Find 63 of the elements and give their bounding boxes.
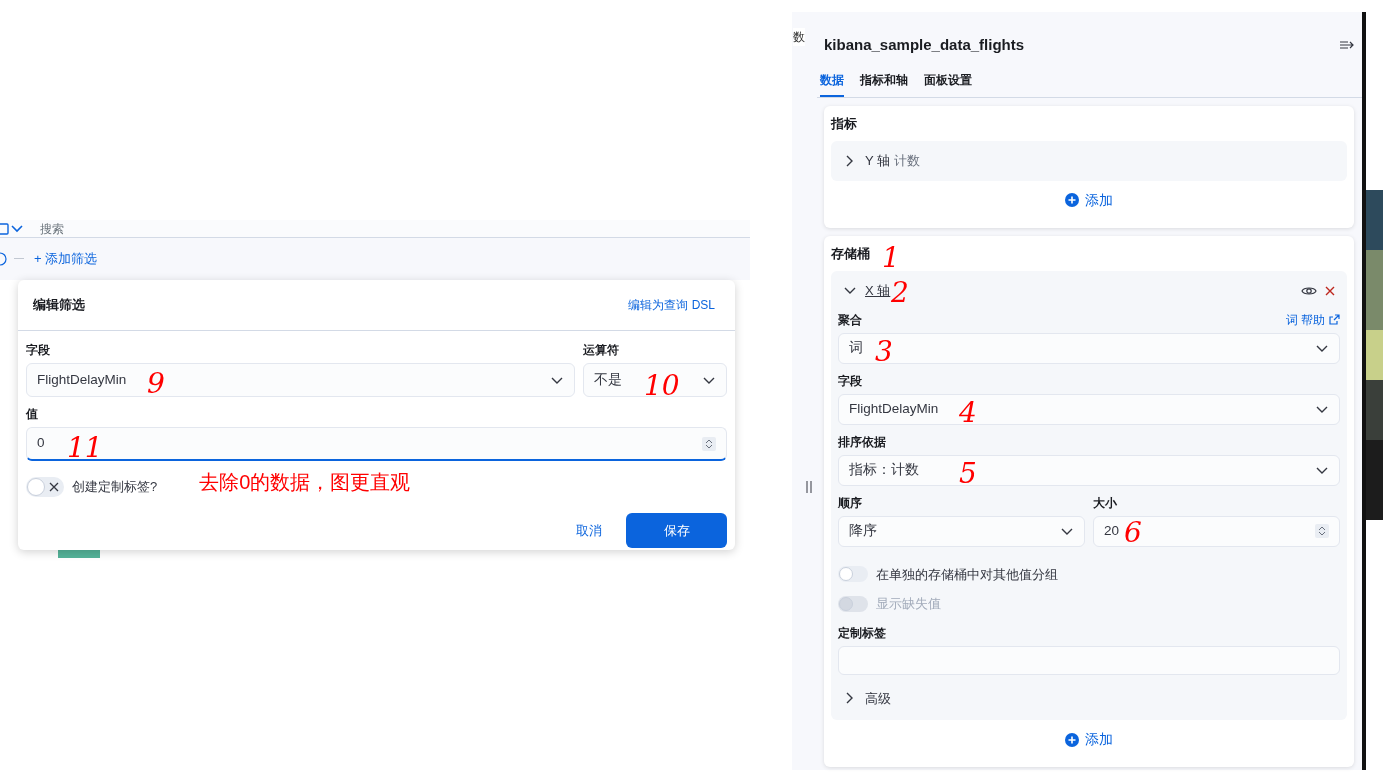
toggle-switch[interactable] xyxy=(26,477,64,497)
field-label: 定制标签 xyxy=(838,624,887,642)
close-icon xyxy=(49,482,59,492)
chevron-down-icon[interactable] xyxy=(10,222,24,235)
tab[interactable]: 指标和轴 xyxy=(860,70,908,97)
handwritten-annotation: 9 xyxy=(147,370,165,398)
annotation-note: 去除0的数据，图更直观 xyxy=(199,470,411,495)
handwritten-annotation: 10 xyxy=(644,372,680,400)
external-link-icon xyxy=(1329,314,1340,325)
value-label: 值 xyxy=(26,406,39,423)
edit-dsl-link[interactable]: 编辑为查询 DSL xyxy=(628,296,715,314)
handwritten-annotation: 2 xyxy=(891,279,909,307)
plus-circle-icon xyxy=(1065,193,1079,207)
handwritten-annotation: 1 xyxy=(882,243,900,272)
cancel-button[interactable]: 取消 xyxy=(576,520,602,541)
accordion-title[interactable]: 高级 xyxy=(865,688,891,708)
switch-label: 在单独的存储桶中对其他值分组 xyxy=(876,565,1058,584)
switch-label: 显示缺失值 xyxy=(876,595,941,613)
stepper-icon[interactable] xyxy=(702,436,716,451)
handwritten-annotation: 6 xyxy=(1124,518,1142,547)
aggregation-select[interactable]: 词 3 xyxy=(838,332,1340,364)
tab[interactable]: 数据 xyxy=(820,70,844,97)
dialog-title: 编辑筛选 xyxy=(33,296,85,315)
field-label: 字段 xyxy=(838,372,862,390)
field-select[interactable]: FlightDelayMin 9 xyxy=(26,363,575,397)
order-by-select[interactable]: 指标：计数 5 xyxy=(838,454,1340,486)
custom-label-input[interactable] xyxy=(838,645,1340,675)
tab[interactable]: 面板设置 xyxy=(924,70,972,97)
search-field[interactable]: 搜索 xyxy=(40,219,64,238)
panel-title: kibana_sample_data_flights xyxy=(824,35,1025,55)
field-select[interactable]: FlightDelayMin 4 xyxy=(838,393,1340,425)
close-icon[interactable] xyxy=(1325,285,1335,296)
handwritten-annotation: 5 xyxy=(959,459,977,488)
help-link[interactable]: 词 帮助 xyxy=(1285,310,1340,329)
toggle-switch[interactable] xyxy=(838,566,868,583)
toggle-label: 创建定制标签? xyxy=(72,478,158,497)
order-select[interactable]: 降序 xyxy=(838,515,1085,547)
field-label: 顺序 xyxy=(838,494,862,512)
handwritten-annotation: 11 xyxy=(67,434,103,462)
add-button[interactable]: 添加 xyxy=(1059,188,1119,212)
resize-handle-icon[interactable] xyxy=(806,481,812,493)
operator-select[interactable]: 不是 10 xyxy=(583,363,727,397)
accordion-title[interactable]: Y 轴 计数 xyxy=(865,151,920,171)
dash-icon xyxy=(14,258,24,260)
save-button[interactable]: 保存 xyxy=(626,513,727,548)
value-input[interactable]: 0 11 xyxy=(26,427,727,461)
cut-text: 数 xyxy=(793,28,805,46)
collapse-panel-icon[interactable] xyxy=(1340,39,1354,52)
section-heading: 存储桶 xyxy=(831,244,870,263)
plus-circle-icon xyxy=(1065,732,1079,747)
field-label: 排序依据 xyxy=(838,433,886,451)
field-label: 大小 xyxy=(1093,494,1118,512)
handwritten-annotation: 4 xyxy=(959,398,977,427)
add-filter-link[interactable]: + 添加筛选 xyxy=(34,249,98,269)
section-heading: 指标 xyxy=(831,114,858,133)
stepper-icon[interactable] xyxy=(1315,524,1329,538)
field-label: 聚合 xyxy=(838,311,862,329)
eye-icon[interactable] xyxy=(1301,284,1317,297)
accordion-title[interactable]: X 轴 xyxy=(865,281,891,301)
field-label: 字段 xyxy=(26,342,51,359)
operator-label: 运算符 xyxy=(583,342,620,359)
handwritten-annotation: 3 xyxy=(875,337,893,366)
add-button[interactable]: 添加 xyxy=(1059,728,1119,751)
